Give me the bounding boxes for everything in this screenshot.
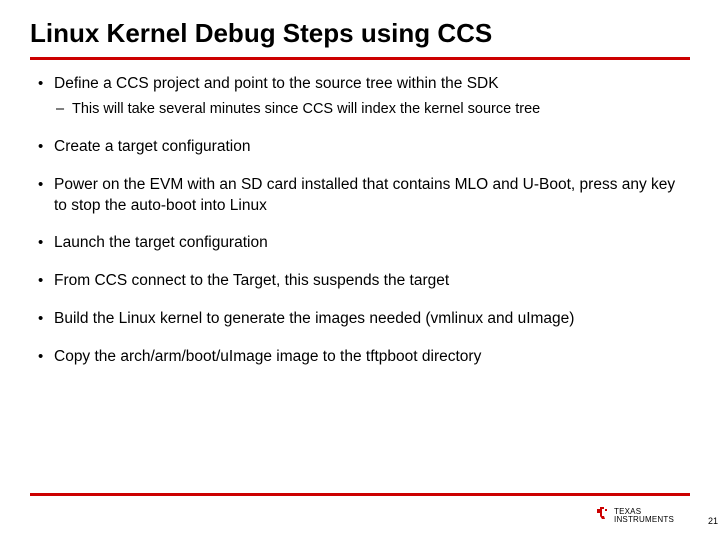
bullet-list: Define a CCS project and point to the so… — [36, 74, 680, 368]
bullet-text: Build the Linux kernel to generate the i… — [54, 310, 574, 327]
sub-list: This will take several minutes since CCS… — [54, 100, 680, 120]
list-item: From CCS connect to the Target, this sus… — [36, 271, 680, 292]
sub-bullet-text: This will take several minutes since CCS… — [72, 101, 540, 117]
ti-logo-text: TEXAS INSTRUMENTS — [614, 508, 674, 524]
list-item: Build the Linux kernel to generate the i… — [36, 309, 680, 330]
bullet-text: Launch the target configuration — [54, 234, 268, 251]
bullet-text: Define a CCS project and point to the so… — [54, 75, 499, 92]
title-underline — [30, 57, 690, 60]
list-item: Create a target configuration — [36, 137, 680, 158]
bullet-text: Copy the arch/arm/boot/uImage image to t… — [54, 348, 481, 365]
slide: Linux Kernel Debug Steps using CCS Defin… — [0, 0, 720, 540]
list-item: Define a CCS project and point to the so… — [36, 74, 680, 119]
bullet-text: From CCS connect to the Target, this sus… — [54, 272, 449, 289]
list-item: Power on the EVM with an SD card install… — [36, 175, 680, 217]
logo-line2: INSTRUMENTS — [614, 516, 674, 524]
slide-title: Linux Kernel Debug Steps using CCS — [30, 18, 690, 49]
bullet-text: Create a target configuration — [54, 138, 250, 155]
footer-underline — [30, 493, 690, 496]
list-item: Launch the target configuration — [36, 233, 680, 254]
slide-content: Define a CCS project and point to the so… — [30, 74, 690, 368]
bullet-text: Power on the EVM with an SD card install… — [54, 176, 675, 214]
ti-logo: TEXAS INSTRUMENTS — [595, 505, 674, 526]
sub-list-item: This will take several minutes since CCS… — [54, 100, 680, 120]
ti-chip-icon — [595, 505, 611, 526]
list-item: Copy the arch/arm/boot/uImage image to t… — [36, 347, 680, 368]
page-number: 21 — [708, 516, 718, 526]
